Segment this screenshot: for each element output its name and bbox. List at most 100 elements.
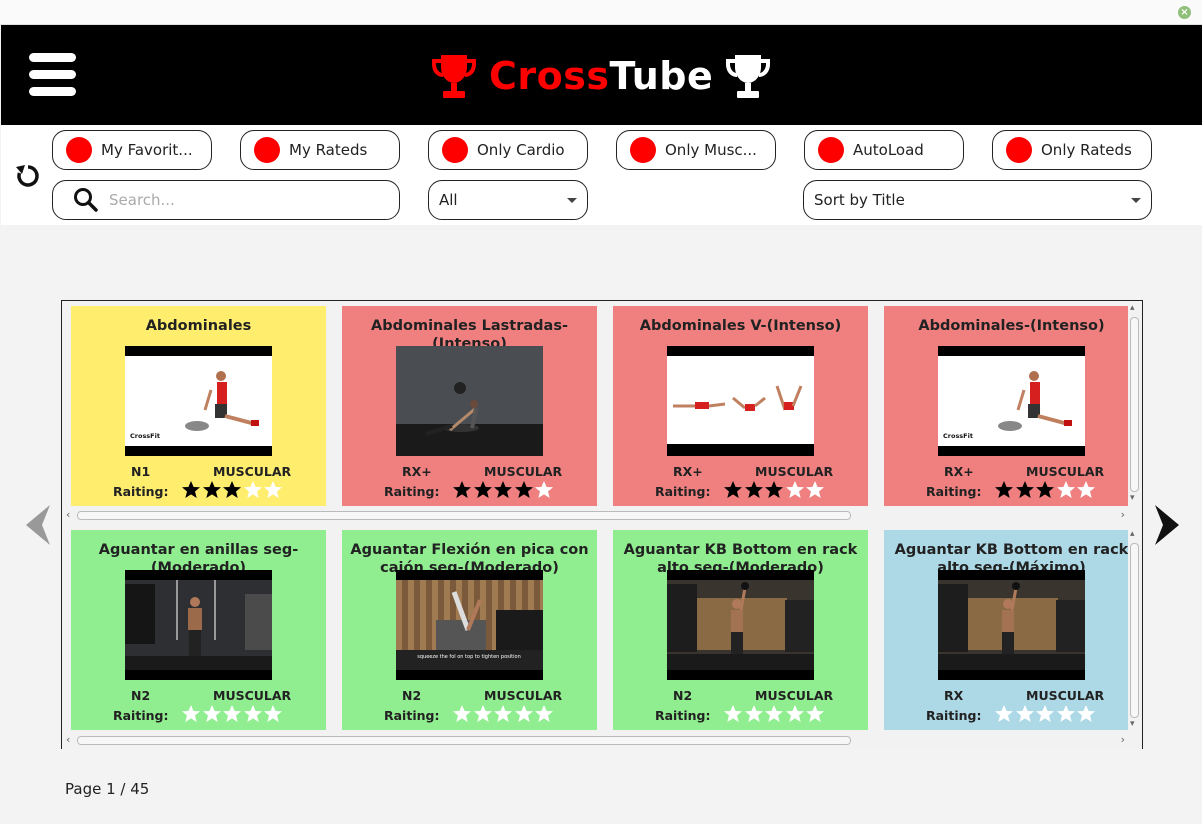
video-thumbnail[interactable] xyxy=(667,346,814,456)
star-filled-icon[interactable] xyxy=(744,480,764,500)
star-filled-icon[interactable] xyxy=(473,480,493,500)
star-empty-icon[interactable] xyxy=(243,480,263,500)
exercise-card[interactable]: Abdominales-(Intenso) CrossFit RX+ MUSCULA… xyxy=(884,306,1139,506)
chevron-down-icon xyxy=(567,198,577,203)
star-empty-icon[interactable] xyxy=(181,704,201,724)
star-filled-icon[interactable] xyxy=(202,480,222,500)
star-filled-icon[interactable] xyxy=(181,480,201,500)
star-empty-icon[interactable] xyxy=(493,704,513,724)
exercise-card[interactable]: Aguantar en anillas seg-(Moderado) N2 MUS… xyxy=(71,530,326,730)
star-empty-icon[interactable] xyxy=(514,704,534,724)
video-thumbnail[interactable] xyxy=(125,570,272,680)
rating-label: Raiting: xyxy=(655,708,711,723)
card-type: MUSCULAR xyxy=(1026,464,1105,479)
toggle-autoload[interactable]: AutoLoad xyxy=(804,130,964,170)
star-filled-icon[interactable] xyxy=(1015,480,1035,500)
star-empty-icon[interactable] xyxy=(452,704,472,724)
star-rating[interactable] xyxy=(181,704,284,724)
star-empty-icon[interactable] xyxy=(243,704,263,724)
level-filter-select[interactable]: All xyxy=(428,180,588,220)
star-empty-icon[interactable] xyxy=(723,704,743,724)
star-filled-icon[interactable] xyxy=(764,480,784,500)
video-thumbnail[interactable] xyxy=(938,570,1085,680)
exercise-card[interactable]: Aguantar KB Bottom en rack alto seg-(Máx… xyxy=(884,530,1139,730)
exercise-card[interactable]: Abdominales Lastradas-(Intenso) RX+ MUSCU… xyxy=(342,306,597,506)
exercise-card[interactable]: Abdominales V-(Intenso) RX+ MUSCULAR Raiti… xyxy=(613,306,868,506)
star-filled-icon[interactable] xyxy=(514,480,534,500)
star-empty-icon[interactable] xyxy=(1056,480,1076,500)
star-empty-icon[interactable] xyxy=(1076,704,1096,724)
grid-row: Aguantar en anillas seg-(Moderado) N2 MUS… xyxy=(62,525,1139,750)
star-empty-icon[interactable] xyxy=(805,704,825,724)
toggle-only-muscular[interactable]: Only Musc... xyxy=(616,130,776,170)
exercise-card[interactable]: Aguantar Flexión en pica con cajón seg-(… xyxy=(342,530,597,730)
hamburger-icon[interactable] xyxy=(29,53,77,97)
next-page-arrow-icon[interactable] xyxy=(1153,505,1179,545)
previous-page-arrow-icon[interactable] xyxy=(26,505,52,545)
video-thumbnail[interactable]: CrossFit xyxy=(938,346,1085,456)
card-type: MUSCULAR xyxy=(213,464,292,479)
video-thumbnail[interactable]: squeeze the fol on top to tighten positi… xyxy=(396,570,543,680)
star-empty-icon[interactable] xyxy=(785,704,805,724)
brand-title-tube: Tube xyxy=(609,54,714,98)
search-input[interactable] xyxy=(109,191,369,209)
star-empty-icon[interactable] xyxy=(534,704,554,724)
star-empty-icon[interactable] xyxy=(222,704,242,724)
star-rating[interactable] xyxy=(723,480,826,500)
star-filled-icon[interactable] xyxy=(1035,480,1055,500)
card-title: Abdominales xyxy=(145,318,252,334)
star-rating[interactable] xyxy=(723,704,826,724)
sort-select[interactable]: Sort by Title xyxy=(803,180,1152,220)
star-empty-icon[interactable] xyxy=(473,704,493,724)
card-type: MUSCULAR xyxy=(755,464,834,479)
star-rating[interactable] xyxy=(452,704,555,724)
toggle-indicator xyxy=(1006,137,1032,163)
star-rating[interactable] xyxy=(181,480,284,500)
rating-label: Raiting: xyxy=(113,484,169,499)
star-rating[interactable] xyxy=(994,480,1097,500)
vertical-scrollbar[interactable]: ▴ ▾ ▴ ▾ xyxy=(1128,301,1142,749)
star-empty-icon[interactable] xyxy=(202,704,222,724)
star-rating[interactable] xyxy=(994,704,1097,724)
toggle-my-rateds[interactable]: My Rateds xyxy=(240,130,400,170)
star-empty-icon[interactable] xyxy=(994,704,1014,724)
star-empty-icon[interactable] xyxy=(744,704,764,724)
star-empty-icon[interactable] xyxy=(1076,480,1096,500)
level-filter-value: All xyxy=(439,191,458,209)
star-filled-icon[interactable] xyxy=(222,480,242,500)
star-empty-icon[interactable] xyxy=(534,480,554,500)
star-filled-icon[interactable] xyxy=(493,480,513,500)
rating-label: Raiting: xyxy=(384,484,440,499)
toggle-only-cardio[interactable]: Only Cardio xyxy=(428,130,588,170)
star-empty-icon[interactable] xyxy=(1056,704,1076,724)
star-empty-icon[interactable] xyxy=(785,480,805,500)
card-level: N2 xyxy=(402,688,422,703)
toggle-label: My Rateds xyxy=(289,141,368,159)
video-thumbnail[interactable] xyxy=(396,346,543,456)
video-thumbnail[interactable] xyxy=(667,570,814,680)
search-box[interactable] xyxy=(52,180,400,220)
toggle-only-rateds[interactable]: Only Rateds xyxy=(992,130,1152,170)
window-close-button[interactable]: × xyxy=(1178,6,1191,19)
card-level: RX xyxy=(944,688,964,703)
star-rating[interactable] xyxy=(452,480,555,500)
refresh-icon[interactable] xyxy=(15,163,41,189)
star-empty-icon[interactable] xyxy=(263,480,283,500)
star-empty-icon[interactable] xyxy=(764,704,784,724)
horizontal-scrollbar[interactable]: ‹ › xyxy=(63,733,1129,747)
star-empty-icon[interactable] xyxy=(805,480,825,500)
star-filled-icon[interactable] xyxy=(452,480,472,500)
video-thumbnail[interactable]: CrossFit xyxy=(125,346,272,456)
star-empty-icon[interactable] xyxy=(263,704,283,724)
star-filled-icon[interactable] xyxy=(723,480,743,500)
exercise-card[interactable]: Aguantar KB Bottom en rack alto seg-(Mod… xyxy=(613,530,868,730)
horizontal-scrollbar[interactable]: ‹ › xyxy=(63,508,1129,522)
star-empty-icon[interactable] xyxy=(1015,704,1035,724)
star-filled-icon[interactable] xyxy=(994,480,1014,500)
toggle-my-favorites[interactable]: My Favorit... xyxy=(52,130,212,170)
svg-text:CrossFit: CrossFit xyxy=(943,432,973,440)
exercise-card[interactable]: Abdominales CrossFit N1 MUSCULAR Raiting: xyxy=(71,306,326,506)
exercise-grid: Abdominales CrossFit N1 MUSCULAR Raiting: Ab… xyxy=(61,300,1143,750)
filter-toolbar: My Favorit... My Rateds Only Cardio Only… xyxy=(1,125,1202,225)
star-empty-icon[interactable] xyxy=(1035,704,1055,724)
